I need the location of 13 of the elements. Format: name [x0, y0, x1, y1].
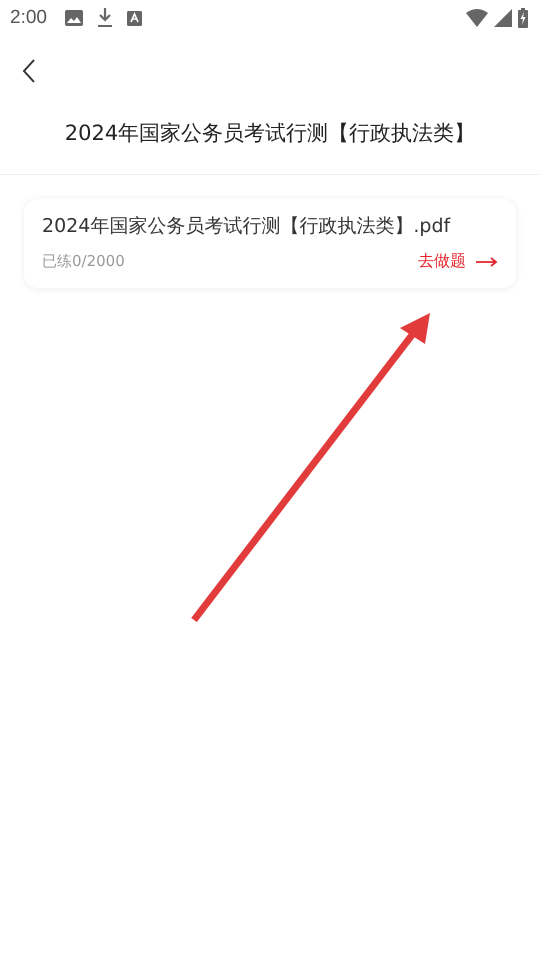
file-name: 2024年国家公务员考试行测【行政执法类】.pdf — [42, 214, 452, 239]
status-time: 2:00 — [10, 7, 47, 29]
progress-text: 已练0/2000 — [42, 252, 125, 271]
image-icon — [64, 10, 83, 26]
download-icon — [96, 8, 113, 28]
signal-icon — [494, 9, 512, 27]
battery-icon — [518, 8, 528, 28]
wifi-icon — [466, 9, 488, 27]
practice-link[interactable]: 去做题 — [418, 251, 498, 272]
page-title: 2024年国家公务员考试行测【行政执法类】 — [64, 120, 476, 147]
font-icon — [126, 10, 142, 26]
arrow-right-icon — [476, 256, 498, 266]
file-card[interactable]: 2024年国家公务员考试行测【行政执法类】.pdf 已练0/2000 去做题 — [24, 199, 516, 288]
